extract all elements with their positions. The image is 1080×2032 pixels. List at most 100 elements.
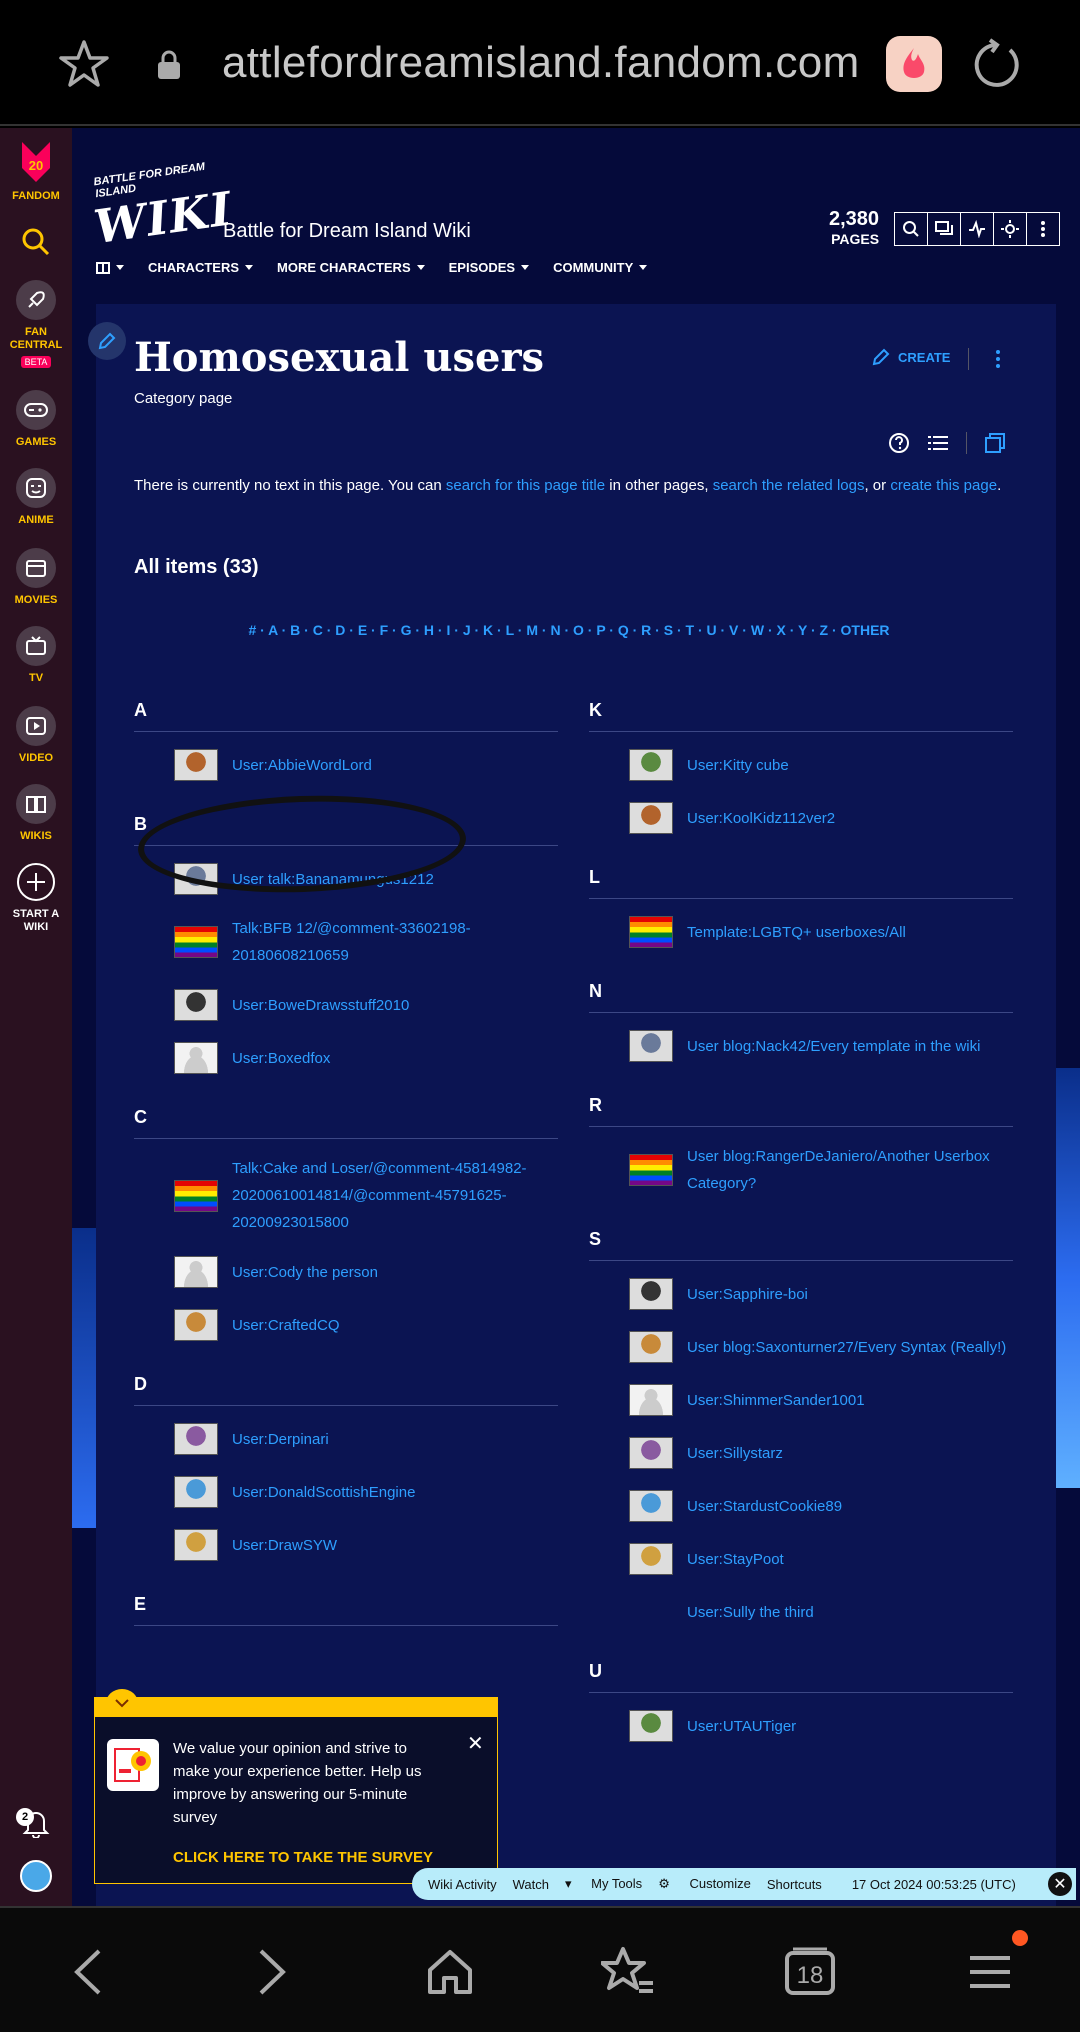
member-link[interactable]: User:KoolKidz112ver2 — [687, 805, 835, 832]
fandom-logo-button[interactable]: 20 FANDOM — [0, 138, 72, 203]
home-button[interactable] — [422, 1944, 478, 2000]
member-link[interactable]: User:Derpinari — [232, 1426, 329, 1453]
category-member[interactable]: User:BoweDrawsstuff2010 — [134, 988, 558, 1022]
tabs-icon: 18 — [785, 1947, 835, 1995]
page-more-button[interactable] — [988, 348, 1008, 370]
member-link[interactable]: User blog:Saxonturner27/Every Syntax (Re… — [687, 1334, 1006, 1361]
rail-tv[interactable]: TV — [0, 626, 72, 685]
member-link[interactable]: User blog:Nack42/Every template in the w… — [687, 1033, 980, 1060]
nav-home[interactable] — [96, 260, 124, 275]
create-page-link[interactable]: create this page — [890, 477, 997, 494]
category-member[interactable]: User:StayPoot — [589, 1542, 1013, 1576]
gallery-view-icon[interactable] — [985, 433, 1005, 453]
search-button[interactable] — [894, 212, 928, 246]
member-link[interactable]: User:Kitty cube — [687, 752, 789, 779]
category-member[interactable]: Template:LGBTQ+ userboxes/All — [589, 915, 1013, 949]
forward-button[interactable] — [244, 1944, 300, 2000]
search-logs-link[interactable]: search the related logs — [713, 477, 865, 494]
customize-link[interactable]: ⚙ Customize — [658, 1876, 751, 1892]
tabs-button[interactable]: 18 — [782, 1944, 838, 2000]
search-title-link[interactable]: search for this page title — [446, 477, 605, 494]
rail-video[interactable]: VIDEO — [0, 706, 72, 765]
edit-fab[interactable] — [88, 322, 126, 360]
theme-toggle-button[interactable] — [993, 212, 1027, 246]
category-member[interactable]: User:UTAUTiger — [589, 1709, 1013, 1743]
member-link[interactable]: User:Sully the third — [687, 1599, 814, 1626]
rail-anime[interactable]: ANIME — [0, 468, 72, 527]
discussions-button[interactable] — [927, 212, 961, 246]
extension-icon[interactable] — [886, 36, 942, 92]
category-member[interactable]: User:Cody the person — [134, 1255, 558, 1289]
category-member[interactable]: User:KoolKidz112ver2 — [589, 801, 1013, 835]
bookmarks-button[interactable] — [600, 1944, 656, 2000]
category-member[interactable]: User blog:RangerDeJaniero/Another Userbo… — [589, 1143, 1013, 1197]
survey-cta-link[interactable]: CLICK HERE TO TAKE THE SURVEY — [173, 1849, 433, 1866]
reload-icon[interactable] — [966, 36, 1024, 94]
rail-games[interactable]: GAMES — [0, 390, 72, 449]
member-link[interactable]: User:Sillystarz — [687, 1440, 783, 1467]
category-member[interactable]: User:Kitty cube — [589, 748, 1013, 782]
member-link[interactable]: User blog:RangerDeJaniero/Another Userbo… — [687, 1143, 1013, 1197]
member-link[interactable]: Talk:Cake and Loser/@comment-45814982-20… — [232, 1155, 558, 1236]
category-member[interactable]: User:Sully the third — [589, 1595, 1013, 1629]
member-link[interactable]: User:DrawSYW — [232, 1532, 337, 1559]
rail-start-wiki[interactable]: START A WIKI — [0, 862, 72, 934]
back-button[interactable] — [60, 1944, 116, 2000]
alphabet-nav[interactable]: # · A · B · C · D · E · F · G · H · I · … — [134, 622, 1004, 638]
activity-button[interactable] — [960, 212, 994, 246]
shortcuts-link[interactable]: Shortcuts — [767, 1877, 822, 1892]
url-text[interactable]: attlefordreamisland.fandom.com — [222, 38, 860, 88]
category-member[interactable]: User:Derpinari — [134, 1422, 558, 1456]
rail-label-fan-central: FAN CENTRAL — [9, 326, 63, 351]
wiki-logo[interactable]: BATTLE FOR DREAM ISLAND WIKI — [91, 161, 236, 254]
member-link[interactable]: User:Sapphire-boi — [687, 1281, 808, 1308]
menu-button[interactable] — [962, 1944, 1018, 2000]
member-link[interactable]: User:Boxedfox — [232, 1045, 330, 1072]
nav-episodes[interactable]: EPISODES — [449, 260, 530, 275]
category-member[interactable]: Talk:BFB 12/@comment-33602198-2018060821… — [134, 915, 558, 969]
member-link[interactable]: Template:LGBTQ+ userboxes/All — [687, 919, 906, 946]
nav-more-characters[interactable]: MORE CHARACTERS — [277, 260, 425, 275]
rail-search[interactable] — [0, 226, 72, 258]
category-member[interactable]: User:DonaldScottishEngine — [134, 1475, 558, 1509]
rail-wikis[interactable]: WIKIS — [0, 784, 72, 843]
category-member[interactable]: User:AbbieWordLord — [134, 748, 558, 782]
user-avatar[interactable] — [20, 1860, 52, 1892]
member-link[interactable]: Talk:BFB 12/@comment-33602198-2018060821… — [232, 915, 558, 969]
wiki-name[interactable]: Battle for Dream Island Wiki — [223, 220, 471, 243]
nav-characters[interactable]: CHARACTERS — [148, 260, 253, 275]
member-link[interactable]: User:StardustCookie89 — [687, 1493, 842, 1520]
category-member[interactable]: User:ShimmerSander1001 — [589, 1383, 1013, 1417]
category-member[interactable]: User:Sapphire-boi — [589, 1277, 1013, 1311]
category-member[interactable]: User blog:Saxonturner27/Every Syntax (Re… — [589, 1330, 1013, 1364]
member-link[interactable]: User:BoweDrawsstuff2010 — [232, 992, 409, 1019]
member-link[interactable]: User:AbbieWordLord — [232, 752, 372, 779]
rail-movies[interactable]: MOVIES — [0, 548, 72, 607]
member-link[interactable]: User:CraftedCQ — [232, 1312, 340, 1339]
category-member[interactable]: User blog:Nack42/Every template in the w… — [589, 1029, 1013, 1063]
category-member[interactable]: User:DrawSYW — [134, 1528, 558, 1562]
help-icon[interactable] — [888, 432, 910, 454]
category-member[interactable]: User:Sillystarz — [589, 1436, 1013, 1470]
my-tools-menu[interactable]: ▾ My Tools — [565, 1876, 642, 1892]
nav-community[interactable]: COMMUNITY — [553, 260, 648, 275]
close-icon[interactable]: ✕ — [467, 1731, 484, 1756]
member-link[interactable]: User:Cody the person — [232, 1259, 378, 1286]
member-link[interactable]: User:StayPoot — [687, 1546, 784, 1573]
category-member[interactable]: User:StardustCookie89 — [589, 1489, 1013, 1523]
create-button[interactable]: CREATE — [872, 348, 950, 366]
member-link[interactable]: User:ShimmerSander1001 — [687, 1387, 865, 1414]
category-member[interactable]: Talk:Cake and Loser/@comment-45814982-20… — [134, 1155, 558, 1236]
wiki-activity-link[interactable]: Wiki Activity — [428, 1877, 497, 1892]
list-view-icon[interactable] — [928, 434, 948, 452]
bookmark-star-icon[interactable] — [58, 38, 110, 90]
member-link[interactable]: User:DonaldScottishEngine — [232, 1479, 415, 1506]
rail-fan-central[interactable]: FAN CENTRAL BETA — [0, 280, 72, 370]
category-member[interactable]: User:Boxedfox — [134, 1041, 558, 1075]
member-link[interactable]: User:UTAUTiger — [687, 1713, 796, 1740]
watch-link[interactable]: Watch — [513, 1877, 549, 1892]
collapse-button[interactable] — [106, 1689, 138, 1717]
more-options-button[interactable] — [1026, 212, 1060, 246]
close-toolbar-icon[interactable]: ✕ — [1048, 1872, 1072, 1896]
category-member[interactable]: User:CraftedCQ — [134, 1308, 558, 1342]
